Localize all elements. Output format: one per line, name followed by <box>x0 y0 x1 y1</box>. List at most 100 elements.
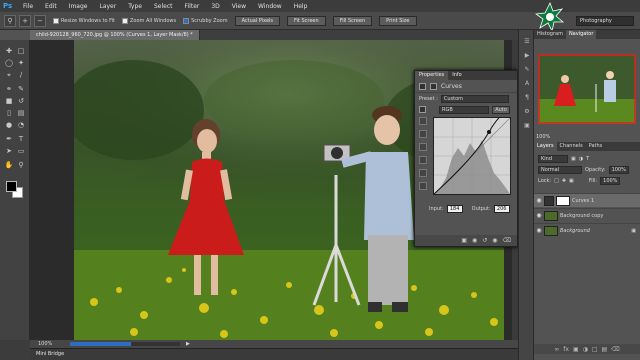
view-previous-icon[interactable]: ◉ <box>472 237 477 244</box>
eraser-icon[interactable]: ▯ <box>4 108 14 118</box>
delete-layer-icon[interactable]: ⌫ <box>611 346 619 353</box>
on-image-adjust-icon[interactable] <box>419 106 426 113</box>
workspace-select[interactable]: Photography <box>576 16 634 26</box>
path-select-icon[interactable]: ➤ <box>4 146 14 156</box>
paragraph-panel-icon[interactable]: ¶ <box>522 94 532 103</box>
lock-position-icon[interactable]: ✚ <box>562 178 566 184</box>
eyedropper-icon[interactable]: ∕ <box>16 70 26 80</box>
blur-icon[interactable]: ● <box>4 120 14 130</box>
navigator-zoom[interactable]: 100% <box>536 134 550 140</box>
tab-paths[interactable]: Paths <box>586 142 606 151</box>
clone-source-icon[interactable]: ▣ <box>522 122 532 131</box>
sample-gray-icon[interactable] <box>419 130 427 138</box>
zoom-in-icon[interactable]: + <box>19 14 31 27</box>
clip-to-layer-icon[interactable]: ▣ <box>461 237 467 244</box>
new-adjustment-icon[interactable]: ◑ <box>583 346 588 353</box>
tab-channels[interactable]: Channels <box>557 142 586 151</box>
character-panel-icon[interactable]: A <box>522 80 532 89</box>
filter-type-icon[interactable]: T <box>586 156 589 162</box>
tab-histogram[interactable]: Histogram <box>534 30 566 39</box>
kind-filter-select[interactable]: Kind <box>538 154 568 163</box>
filter-pixel-icon[interactable]: ▣ <box>571 156 576 162</box>
reset-icon[interactable]: ↺ <box>482 237 487 244</box>
input-field[interactable]: 184 <box>446 205 463 213</box>
print-size-button[interactable]: Print Size <box>379 15 417 26</box>
zoom-tool-icon[interactable]: ⚲ <box>16 160 26 170</box>
zoom-out-icon[interactable]: − <box>34 14 46 27</box>
resize-windows-checkbox[interactable] <box>53 17 59 24</box>
curve-point-icon[interactable] <box>419 156 427 164</box>
foreground-color-swatch[interactable] <box>6 181 17 192</box>
gradient-icon[interactable]: ▤ <box>16 108 26 118</box>
healing-brush-icon[interactable]: ⚭ <box>4 84 14 94</box>
link-layers-icon[interactable]: ∞ <box>554 346 559 353</box>
tab-properties[interactable]: Properties <box>415 71 449 80</box>
visibility-eye-icon[interactable]: ◉ <box>492 237 497 244</box>
sample-white-icon[interactable] <box>419 143 427 151</box>
brush-panel-icon[interactable]: ✎ <box>522 66 532 75</box>
lock-all-icon[interactable]: ▣ <box>569 178 574 184</box>
lock-pixels-icon[interactable]: □ <box>554 178 559 184</box>
sample-black-icon[interactable] <box>419 117 427 125</box>
menu-filter[interactable]: Filter <box>179 3 206 10</box>
menu-window[interactable]: Window <box>252 3 288 10</box>
menu-image[interactable]: Image <box>63 3 94 10</box>
eye-icon[interactable]: ◉ <box>534 197 544 204</box>
navigator-thumbnail[interactable] <box>538 54 636 124</box>
document-tab[interactable]: child-920128_960_720.jpg @ 100% (Curves … <box>30 30 200 40</box>
brush-icon[interactable]: ✎ <box>16 84 26 94</box>
quick-select-icon[interactable]: ✦ <box>16 58 26 68</box>
trash-icon[interactable]: ⌫ <box>503 237 511 244</box>
menu-file[interactable]: File <box>17 3 39 10</box>
smooth-curve-icon[interactable] <box>419 182 427 190</box>
tab-layers[interactable]: Layers <box>534 142 557 151</box>
zoom-level[interactable]: 100% <box>30 341 70 347</box>
menu-layer[interactable]: Layer <box>93 3 122 10</box>
clone-stamp-icon[interactable]: ■ <box>4 96 14 106</box>
tab-info[interactable]: Info <box>448 71 465 80</box>
history-brush-icon[interactable]: ↺ <box>16 96 26 106</box>
curves-graph[interactable] <box>433 113 511 195</box>
lasso-icon[interactable]: ◯ <box>4 58 14 68</box>
preset-select[interactable]: Custom <box>440 94 509 103</box>
layer-mask-icon[interactable] <box>430 82 437 90</box>
actions-panel-icon[interactable]: ▶ <box>522 52 532 61</box>
mask-thumbnail[interactable] <box>556 195 570 206</box>
mini-bridge-tab[interactable]: Mini Bridge <box>30 348 518 360</box>
fill-field[interactable]: 100% <box>600 176 621 185</box>
actual-pixels-button[interactable]: Actual Pixels <box>234 15 281 26</box>
menu-edit[interactable]: Edit <box>39 3 63 10</box>
zoom-icon[interactable]: ⚲ <box>4 14 16 27</box>
tool-presets-icon[interactable]: ⚙ <box>522 108 532 117</box>
output-field[interactable]: 206 <box>493 205 510 213</box>
new-layer-icon[interactable]: ▤ <box>602 346 608 353</box>
tab-navigator[interactable]: Navigator <box>565 30 597 39</box>
menu-3d[interactable]: 3D <box>205 3 225 10</box>
status-arrow-icon[interactable]: ▶ <box>186 341 190 347</box>
dodge-icon[interactable]: ◔ <box>16 120 26 130</box>
history-panel-icon[interactable]: ☰ <box>522 38 532 47</box>
shape-icon[interactable]: ▭ <box>16 146 26 156</box>
type-icon[interactable]: T <box>16 134 26 144</box>
marquee-icon[interactable]: □ <box>16 46 26 56</box>
layer-row[interactable]: ◉ Background ▣ <box>534 223 640 237</box>
fit-screen-button[interactable]: Fit Screen <box>287 15 326 26</box>
layer-row[interactable]: ◉ Curves 1 <box>534 193 640 207</box>
opacity-field[interactable]: 100% <box>608 165 629 174</box>
hand-icon[interactable]: ✋ <box>4 160 14 170</box>
blend-mode-select[interactable]: Normal <box>538 165 582 174</box>
new-group-icon[interactable]: □ <box>592 346 598 353</box>
auto-button[interactable]: Auto <box>492 105 510 114</box>
fx-icon[interactable]: fx <box>563 346 569 353</box>
scrubby-zoom-checkbox[interactable] <box>183 17 190 24</box>
scrubby-zoom-option[interactable]: Scrubby Zoom <box>183 17 228 24</box>
eye-icon[interactable]: ◉ <box>534 212 544 219</box>
eye-icon[interactable]: ◉ <box>534 227 544 234</box>
channel-select[interactable]: RGB <box>439 105 489 114</box>
menu-help[interactable]: Help <box>288 3 314 10</box>
menu-type[interactable]: Type <box>122 3 148 10</box>
add-mask-icon[interactable]: ▣ <box>573 346 579 353</box>
filter-adjust-icon[interactable]: ◑ <box>579 156 583 162</box>
zoom-all-option[interactable]: Zoom All Windows <box>122 17 176 24</box>
resize-windows-option[interactable]: Resize Windows to Fit <box>53 17 115 24</box>
